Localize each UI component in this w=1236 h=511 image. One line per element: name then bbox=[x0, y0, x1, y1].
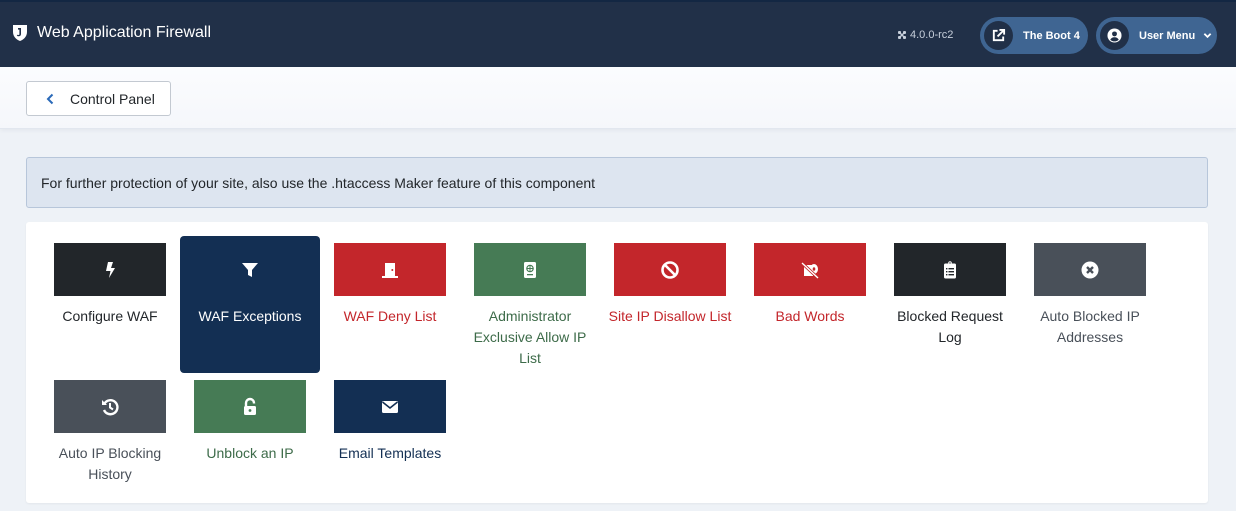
tile-auto-blocked-ips[interactable]: Auto Blocked IP Addresses bbox=[1020, 236, 1160, 348]
unlock-icon bbox=[244, 397, 256, 415]
door-closed-icon bbox=[382, 262, 398, 278]
tile-label: WAF Exceptions bbox=[198, 308, 302, 324]
tile-bad-words[interactable]: Bad Words bbox=[740, 236, 880, 327]
chevron-left-icon bbox=[46, 93, 54, 104]
chevron-down-icon bbox=[1203, 33, 1212, 39]
tile-label: Administrator Exclusive Allow IP List bbox=[473, 308, 587, 366]
tile-email-templates[interactable]: Email Templates bbox=[320, 373, 460, 464]
history-icon bbox=[102, 398, 119, 415]
tile-label: Auto IP Blocking History bbox=[58, 445, 162, 482]
tile-unblock-ip[interactable]: Unblock an IP bbox=[180, 373, 320, 464]
tile-configure-waf[interactable]: Configure WAF bbox=[40, 236, 180, 327]
user-menu-label: User Menu bbox=[1139, 29, 1196, 42]
user-menu-button[interactable]: User Menu bbox=[1096, 17, 1217, 54]
clipboard-list-icon bbox=[944, 260, 956, 278]
page-title: Web Application Firewall bbox=[37, 24, 212, 41]
tile-admin-allow-list[interactable]: Administrator Exclusive Allow IP List bbox=[460, 236, 600, 369]
tile-label: Unblock an IP bbox=[206, 445, 294, 461]
tile-label: WAF Deny List bbox=[343, 308, 437, 324]
tile-label: Email Templates bbox=[338, 445, 442, 461]
tile-waf-exceptions[interactable]: WAF Exceptions bbox=[180, 236, 320, 373]
ban-icon bbox=[661, 260, 679, 279]
external-link-icon bbox=[992, 28, 1006, 42]
version-label: 4.0.0-rc2 bbox=[897, 29, 953, 41]
brand: Web Application Firewall bbox=[12, 24, 211, 42]
tile-label: Site IP Disallow List bbox=[608, 308, 732, 324]
app-header: Web Application Firewall 4.0.0-rc2 The B… bbox=[0, 0, 1236, 67]
version-text: 4.0.0-rc2 bbox=[910, 29, 954, 41]
view-site-button[interactable]: The Boot 4 bbox=[980, 17, 1088, 54]
site-name: The Boot 4 bbox=[1023, 29, 1080, 42]
user-circle-icon bbox=[1107, 28, 1122, 43]
tile-label: Blocked Request Log bbox=[897, 308, 1003, 345]
tile-waf-deny-list[interactable]: WAF Deny List bbox=[320, 236, 460, 327]
tile-label: Bad Words bbox=[775, 308, 845, 324]
tile-blocked-request-log[interactable]: Blocked Request Log bbox=[880, 236, 1020, 348]
toolbar: Control Panel bbox=[0, 67, 1236, 129]
times-circle-icon bbox=[1081, 261, 1099, 278]
shield-joomla-icon bbox=[13, 25, 27, 41]
feature-panel: Configure WAF WAF Exceptions WAF Deny Li… bbox=[26, 222, 1208, 503]
tile-label: Configure WAF bbox=[62, 308, 158, 324]
filter-icon bbox=[242, 262, 258, 277]
control-panel-label: Control Panel bbox=[70, 90, 155, 107]
passport-icon bbox=[524, 261, 536, 278]
info-alert: For further protection of your site, als… bbox=[26, 157, 1208, 208]
bolt-icon bbox=[106, 261, 115, 278]
envelope-icon bbox=[382, 400, 398, 413]
tile-auto-ip-blocking-history[interactable]: Auto IP Blocking History bbox=[40, 373, 180, 485]
tile-site-ip-disallow-list[interactable]: Site IP Disallow List bbox=[600, 236, 740, 327]
control-panel-button[interactable]: Control Panel bbox=[26, 81, 171, 116]
tile-label: Auto Blocked IP Addresses bbox=[1040, 308, 1140, 345]
alert-text: For further protection of your site, als… bbox=[41, 174, 596, 191]
toilet-paper-slash-icon bbox=[800, 261, 820, 279]
joomla-icon bbox=[898, 31, 906, 39]
